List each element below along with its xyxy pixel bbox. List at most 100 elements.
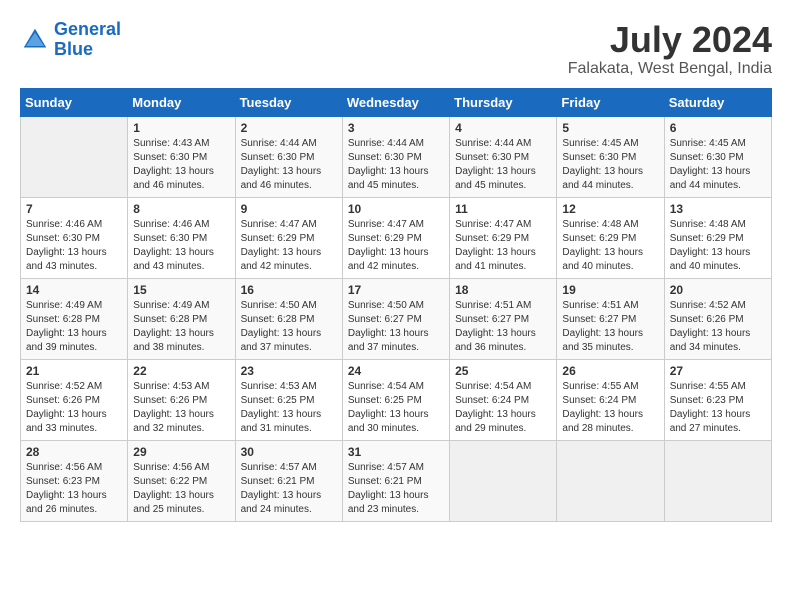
week-row-1: 1 Sunrise: 4:43 AMSunset: 6:30 PMDayligh… <box>21 116 772 197</box>
day-number: 18 <box>455 283 551 297</box>
day-info: Sunrise: 4:47 AMSunset: 6:29 PMDaylight:… <box>241 218 337 274</box>
week-row-3: 14 Sunrise: 4:49 AMSunset: 6:28 PMDaylig… <box>21 278 772 359</box>
day-info: Sunrise: 4:47 AMSunset: 6:29 PMDaylight:… <box>455 218 551 274</box>
day-number: 11 <box>455 202 551 216</box>
calendar-cell: 25 Sunrise: 4:54 AMSunset: 6:24 PMDaylig… <box>450 359 557 440</box>
calendar-cell: 11 Sunrise: 4:47 AMSunset: 6:29 PMDaylig… <box>450 197 557 278</box>
day-number: 12 <box>562 202 658 216</box>
calendar-cell: 3 Sunrise: 4:44 AMSunset: 6:30 PMDayligh… <box>342 116 449 197</box>
calendar-cell: 4 Sunrise: 4:44 AMSunset: 6:30 PMDayligh… <box>450 116 557 197</box>
calendar-cell: 17 Sunrise: 4:50 AMSunset: 6:27 PMDaylig… <box>342 278 449 359</box>
week-row-2: 7 Sunrise: 4:46 AMSunset: 6:30 PMDayligh… <box>21 197 772 278</box>
day-info: Sunrise: 4:53 AMSunset: 6:26 PMDaylight:… <box>133 380 229 436</box>
logo: General Blue <box>20 20 121 60</box>
calendar-cell: 28 Sunrise: 4:56 AMSunset: 6:23 PMDaylig… <box>21 440 128 521</box>
calendar-cell: 24 Sunrise: 4:54 AMSunset: 6:25 PMDaylig… <box>342 359 449 440</box>
day-number: 20 <box>670 283 766 297</box>
calendar-cell: 15 Sunrise: 4:49 AMSunset: 6:28 PMDaylig… <box>128 278 235 359</box>
calendar-cell: 18 Sunrise: 4:51 AMSunset: 6:27 PMDaylig… <box>450 278 557 359</box>
day-info: Sunrise: 4:51 AMSunset: 6:27 PMDaylight:… <box>455 299 551 355</box>
calendar-cell: 2 Sunrise: 4:44 AMSunset: 6:30 PMDayligh… <box>235 116 342 197</box>
calendar-cell: 23 Sunrise: 4:53 AMSunset: 6:25 PMDaylig… <box>235 359 342 440</box>
day-number: 25 <box>455 364 551 378</box>
calendar-cell: 14 Sunrise: 4:49 AMSunset: 6:28 PMDaylig… <box>21 278 128 359</box>
calendar-cell: 13 Sunrise: 4:48 AMSunset: 6:29 PMDaylig… <box>664 197 771 278</box>
calendar-cell: 1 Sunrise: 4:43 AMSunset: 6:30 PMDayligh… <box>128 116 235 197</box>
day-info: Sunrise: 4:56 AMSunset: 6:22 PMDaylight:… <box>133 461 229 517</box>
day-info: Sunrise: 4:46 AMSunset: 6:30 PMDaylight:… <box>133 218 229 274</box>
day-info: Sunrise: 4:56 AMSunset: 6:23 PMDaylight:… <box>26 461 122 517</box>
day-info: Sunrise: 4:45 AMSunset: 6:30 PMDaylight:… <box>670 137 766 193</box>
day-info: Sunrise: 4:52 AMSunset: 6:26 PMDaylight:… <box>26 380 122 436</box>
calendar-cell <box>664 440 771 521</box>
calendar-cell: 16 Sunrise: 4:50 AMSunset: 6:28 PMDaylig… <box>235 278 342 359</box>
calendar-table: SundayMondayTuesdayWednesdayThursdayFrid… <box>20 88 772 522</box>
day-number: 22 <box>133 364 229 378</box>
calendar-cell: 20 Sunrise: 4:52 AMSunset: 6:26 PMDaylig… <box>664 278 771 359</box>
day-header-friday: Friday <box>557 88 664 116</box>
day-header-tuesday: Tuesday <box>235 88 342 116</box>
calendar-cell: 19 Sunrise: 4:51 AMSunset: 6:27 PMDaylig… <box>557 278 664 359</box>
calendar-cell: 26 Sunrise: 4:55 AMSunset: 6:24 PMDaylig… <box>557 359 664 440</box>
logo-text: General Blue <box>54 20 121 60</box>
month-title: July 2024 <box>568 20 772 60</box>
calendar-cell <box>557 440 664 521</box>
day-number: 16 <box>241 283 337 297</box>
day-info: Sunrise: 4:57 AMSunset: 6:21 PMDaylight:… <box>241 461 337 517</box>
page-header: General Blue July 2024 Falakata, West Be… <box>20 20 772 78</box>
day-info: Sunrise: 4:49 AMSunset: 6:28 PMDaylight:… <box>133 299 229 355</box>
calendar-cell: 9 Sunrise: 4:47 AMSunset: 6:29 PMDayligh… <box>235 197 342 278</box>
title-area: July 2024 Falakata, West Bengal, India <box>568 20 772 78</box>
day-number: 26 <box>562 364 658 378</box>
day-number: 1 <box>133 121 229 135</box>
week-row-5: 28 Sunrise: 4:56 AMSunset: 6:23 PMDaylig… <box>21 440 772 521</box>
day-info: Sunrise: 4:53 AMSunset: 6:25 PMDaylight:… <box>241 380 337 436</box>
day-number: 29 <box>133 445 229 459</box>
logo-icon <box>20 25 50 55</box>
day-info: Sunrise: 4:54 AMSunset: 6:24 PMDaylight:… <box>455 380 551 436</box>
day-number: 13 <box>670 202 766 216</box>
day-header-saturday: Saturday <box>664 88 771 116</box>
day-number: 6 <box>670 121 766 135</box>
day-info: Sunrise: 4:55 AMSunset: 6:24 PMDaylight:… <box>562 380 658 436</box>
day-info: Sunrise: 4:44 AMSunset: 6:30 PMDaylight:… <box>241 137 337 193</box>
day-number: 2 <box>241 121 337 135</box>
day-header-thursday: Thursday <box>450 88 557 116</box>
calendar-cell <box>450 440 557 521</box>
day-number: 7 <box>26 202 122 216</box>
day-info: Sunrise: 4:44 AMSunset: 6:30 PMDaylight:… <box>455 137 551 193</box>
day-info: Sunrise: 4:48 AMSunset: 6:29 PMDaylight:… <box>562 218 658 274</box>
day-number: 27 <box>670 364 766 378</box>
day-number: 23 <box>241 364 337 378</box>
day-info: Sunrise: 4:43 AMSunset: 6:30 PMDaylight:… <box>133 137 229 193</box>
day-number: 19 <box>562 283 658 297</box>
day-info: Sunrise: 4:49 AMSunset: 6:28 PMDaylight:… <box>26 299 122 355</box>
day-info: Sunrise: 4:52 AMSunset: 6:26 PMDaylight:… <box>670 299 766 355</box>
day-number: 24 <box>348 364 444 378</box>
calendar-cell: 8 Sunrise: 4:46 AMSunset: 6:30 PMDayligh… <box>128 197 235 278</box>
day-number: 14 <box>26 283 122 297</box>
day-info: Sunrise: 4:47 AMSunset: 6:29 PMDaylight:… <box>348 218 444 274</box>
day-number: 10 <box>348 202 444 216</box>
day-info: Sunrise: 4:50 AMSunset: 6:28 PMDaylight:… <box>241 299 337 355</box>
day-info: Sunrise: 4:57 AMSunset: 6:21 PMDaylight:… <box>348 461 444 517</box>
calendar-cell: 12 Sunrise: 4:48 AMSunset: 6:29 PMDaylig… <box>557 197 664 278</box>
day-number: 28 <box>26 445 122 459</box>
day-number: 30 <box>241 445 337 459</box>
day-number: 9 <box>241 202 337 216</box>
day-info: Sunrise: 4:51 AMSunset: 6:27 PMDaylight:… <box>562 299 658 355</box>
day-info: Sunrise: 4:50 AMSunset: 6:27 PMDaylight:… <box>348 299 444 355</box>
day-number: 31 <box>348 445 444 459</box>
calendar-cell: 7 Sunrise: 4:46 AMSunset: 6:30 PMDayligh… <box>21 197 128 278</box>
day-info: Sunrise: 4:55 AMSunset: 6:23 PMDaylight:… <box>670 380 766 436</box>
header-row: SundayMondayTuesdayWednesdayThursdayFrid… <box>21 88 772 116</box>
week-row-4: 21 Sunrise: 4:52 AMSunset: 6:26 PMDaylig… <box>21 359 772 440</box>
calendar-cell: 6 Sunrise: 4:45 AMSunset: 6:30 PMDayligh… <box>664 116 771 197</box>
day-info: Sunrise: 4:48 AMSunset: 6:29 PMDaylight:… <box>670 218 766 274</box>
calendar-cell: 5 Sunrise: 4:45 AMSunset: 6:30 PMDayligh… <box>557 116 664 197</box>
day-info: Sunrise: 4:46 AMSunset: 6:30 PMDaylight:… <box>26 218 122 274</box>
day-info: Sunrise: 4:54 AMSunset: 6:25 PMDaylight:… <box>348 380 444 436</box>
calendar-cell: 22 Sunrise: 4:53 AMSunset: 6:26 PMDaylig… <box>128 359 235 440</box>
calendar-cell: 31 Sunrise: 4:57 AMSunset: 6:21 PMDaylig… <box>342 440 449 521</box>
day-info: Sunrise: 4:44 AMSunset: 6:30 PMDaylight:… <box>348 137 444 193</box>
